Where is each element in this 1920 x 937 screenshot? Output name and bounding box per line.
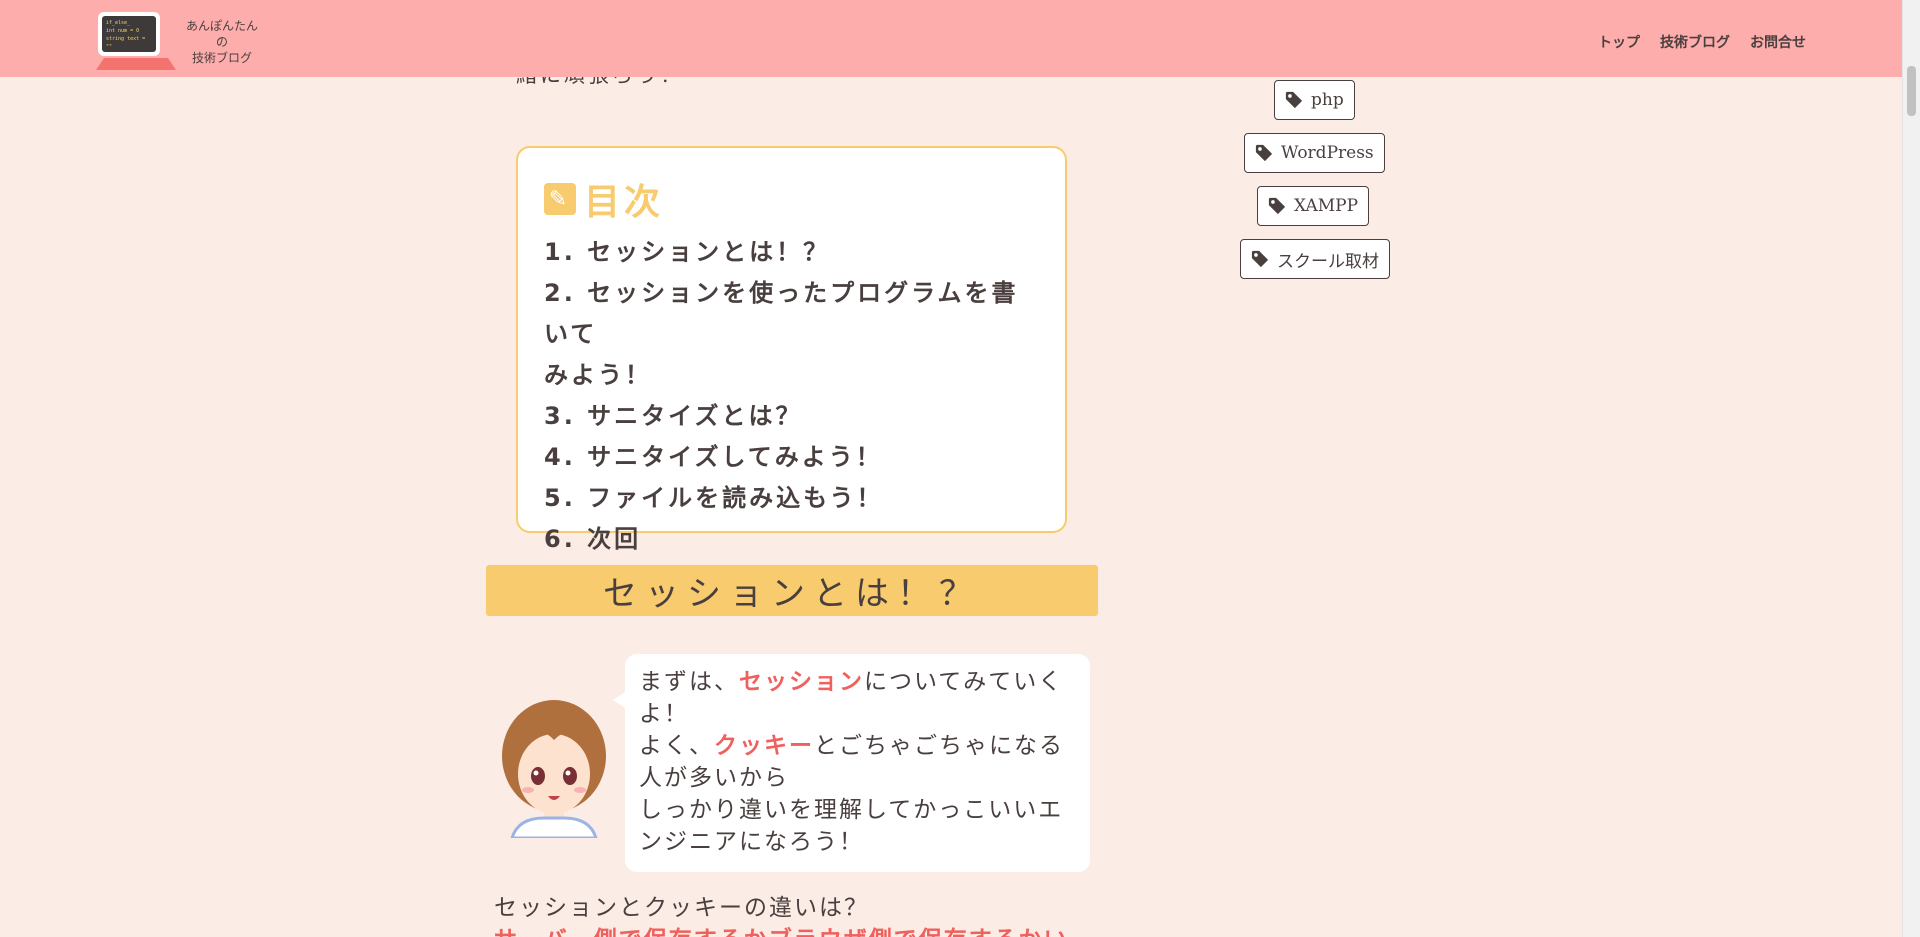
toc-title: 目次 <box>584 182 665 223</box>
bubble-text: まずは、 <box>639 669 739 695</box>
main-nav: トップ 技術ブログ お問合せ <box>1598 32 1806 52</box>
toc-item-4[interactable]: 4. サニタイズしてみよう！ <box>544 437 1039 478</box>
character-avatar <box>498 696 610 840</box>
speech-bubble: まずは、セッションについてみていくよ！ よく、クッキーとごちゃごちゃになる人が多… <box>613 654 1090 872</box>
toc-item-2-cont[interactable]: みよう！ <box>544 355 1039 396</box>
bubble-paragraph-2: よく、クッキーとごちゃごちゃになる人が多いから <box>639 730 1076 794</box>
logo-stand-icon <box>96 58 176 70</box>
site-header: if_else_ int num = 0 string text = "" あん… <box>0 0 1902 77</box>
tag-icon <box>1268 197 1286 215</box>
nav-link-contact[interactable]: お問合せ <box>1750 32 1806 52</box>
toc-item-1[interactable]: 1. セッションとは！？ <box>544 232 1039 273</box>
section-heading: セッションとは！？ <box>486 565 1098 616</box>
nav-link-blog[interactable]: 技術ブログ <box>1660 32 1730 52</box>
article-highlight-text: サーバー側で保存するかブラウザ側で保存するかい <box>494 924 1069 937</box>
pencil-icon: ✎ <box>544 183 576 215</box>
highlight-session: セッション <box>739 669 864 695</box>
toc-header: ✎ 目次 <box>544 178 1039 223</box>
logo-code-line: if_else_ <box>106 20 131 26</box>
logo-code-line: int num = 0 <box>106 28 140 34</box>
nav-link-top[interactable]: トップ <box>1598 32 1640 52</box>
bubble-text: よく、 <box>639 733 714 759</box>
tag-xampp[interactable]: XAMPP <box>1257 186 1370 226</box>
logo-code-line: string text = "" <box>106 36 146 50</box>
toc-item-2[interactable]: 2. セッションを使ったプログラムを書いて <box>544 273 1039 355</box>
site-logo[interactable]: if_else_ int num = 0 string text = "" <box>96 12 178 72</box>
toc-item-3[interactable]: 3. サニタイズとは？ <box>544 396 1039 437</box>
page-scrollbar[interactable] <box>1902 0 1920 937</box>
site-title[interactable]: あんぽんたん の 技術ブログ <box>180 18 264 66</box>
tag-wordpress[interactable]: WordPress <box>1244 133 1385 173</box>
tag-icon <box>1255 144 1273 162</box>
tag-label: XAMPP <box>1294 196 1359 216</box>
tag-label: WordPress <box>1281 143 1374 163</box>
article-paragraph: セッションとクッキーの違いは？ <box>494 895 869 921</box>
site-title-line: の <box>215 35 228 49</box>
bubble-paragraph-3: しっかり違いを理解してかっこいいエンジニアになろう！ <box>639 797 1064 855</box>
tag-label: php <box>1311 90 1344 110</box>
table-of-contents: ✎ 目次 1. セッションとは！？ 2. セッションを使ったプログラムを書いて … <box>516 146 1067 553</box>
toc-item-5[interactable]: 5. ファイルを読み込もう！ <box>544 478 1039 519</box>
site-title-line: 技術ブログ <box>191 51 252 65</box>
site-title-line: あんぽんたん <box>185 19 258 33</box>
tag-label: スクール取材 <box>1277 251 1379 272</box>
tag-icon <box>1285 91 1303 109</box>
highlight-cookie: クッキー <box>714 733 814 759</box>
bubble-paragraph-1: まずは、セッションについてみていくよ！ <box>639 666 1076 730</box>
tag-icon <box>1251 250 1269 268</box>
logo-monitor-icon: if_else_ int num = 0 string text = "" <box>98 12 160 56</box>
scrollbar-thumb[interactable] <box>1907 66 1916 116</box>
toc-item-6[interactable]: 6. 次回 <box>544 519 1039 560</box>
tag-php[interactable]: php <box>1274 80 1355 120</box>
toc-list: 1. セッションとは！？ 2. セッションを使ったプログラムを書いて みよう！ … <box>544 232 1039 560</box>
tag-school-interview[interactable]: スクール取材 <box>1240 239 1390 279</box>
